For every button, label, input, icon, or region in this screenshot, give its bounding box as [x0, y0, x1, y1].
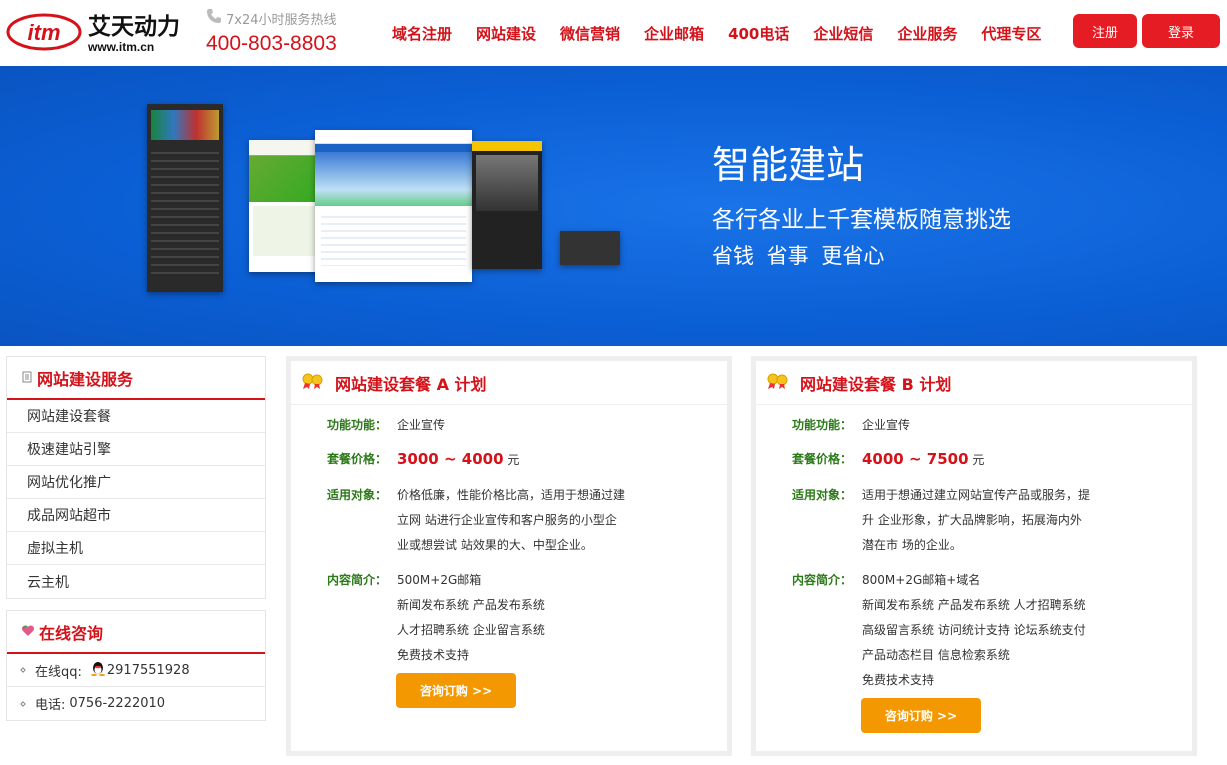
banner-title: 智能建站 [712, 143, 865, 187]
svg-text:艾天动力: 艾天动力 [88, 14, 180, 40]
sidebar-item-fast-engine[interactable]: 极速建站引擎 [7, 433, 265, 466]
register-button[interactable]: 注册 [1073, 14, 1137, 48]
sidebar-item-seo[interactable]: 网站优化推广 [7, 466, 265, 499]
phone-number: 0756-2222010 [69, 696, 166, 711]
template-preview-green [249, 140, 321, 272]
sidebar-item-packages[interactable]: 网站建设套餐 [7, 400, 265, 433]
site-header: itm 艾天动力 www.itm.cn 7x24小时服务热线 400-803-8… [0, 0, 1227, 66]
consult-panel: 在线咨询 在线qq: 2917551928 电话: 0756-2222010 [6, 610, 266, 721]
nav-item-sms[interactable]: 企业短信 [813, 23, 873, 44]
editor-panel-image [147, 104, 223, 292]
itm-logo-icon: itm 艾天动力 www.itm.cn [6, 13, 180, 54]
logo[interactable]: itm 艾天动力 www.itm.cn [6, 8, 192, 58]
hotline-phone: 400-803-8803 [206, 32, 337, 55]
plan-a-header: 网站建设套餐 A 计划 [291, 361, 727, 405]
plan-b-header: 网站建设套餐 B 计划 [756, 361, 1192, 405]
plan-a-title: 网站建设套餐 A 计划 [335, 374, 487, 394]
qq-penguin-icon[interactable] [90, 660, 106, 680]
nav-item-website[interactable]: 网站建设 [476, 23, 536, 44]
plan-b-price: 4000 ~ 7500 [862, 450, 969, 468]
services-title: 网站建设服务 [37, 369, 134, 389]
plan-a-order-button[interactable]: 咨询订购 >> [396, 673, 516, 708]
svg-text:www.itm.cn: www.itm.cn [87, 40, 154, 54]
banner-subtitle: 各行各业上千套模板随意挑选 [712, 207, 1011, 233]
main-nav: 域名注册 网站建设 微信营销 企业邮箱 400电话 企业短信 企业服务 代理专区 [380, 0, 1053, 66]
nav-item-domain[interactable]: 域名注册 [392, 23, 452, 44]
qq-number: 2917551928 [106, 662, 190, 678]
hotline-label: 7x24小时服务热线 [226, 12, 337, 28]
plan-b-card: 网站建设套餐 B 计划 功能功能： 企业宣传 套餐价格： 4000 ~ 7500… [751, 356, 1197, 756]
nav-item-email[interactable]: 企业邮箱 [644, 23, 704, 44]
consult-title: 在线咨询 [39, 623, 104, 643]
nav-item-wechat[interactable]: 微信营销 [560, 23, 620, 44]
nav-item-400[interactable]: 400电话 [728, 23, 789, 44]
plan-a-price: 3000 ~ 4000 [397, 450, 504, 468]
template-preview-main [315, 130, 472, 282]
services-header: 网站建设服务 [7, 357, 265, 400]
hero-banner[interactable]: 智能建站 各行各业上千套模板随意挑选 省钱 省事 更省心 [0, 66, 1227, 346]
award-ribbon-icon [766, 372, 790, 394]
nav-item-agent[interactable]: 代理专区 [981, 23, 1041, 44]
login-button[interactable]: 登录 [1142, 14, 1220, 48]
sidebar-item-virtual-host[interactable]: 虚拟主机 [7, 532, 265, 565]
document-icon [21, 368, 33, 387]
qq-contact[interactable]: 在线qq: 2917551928 [7, 654, 265, 687]
sidebar-item-site-market[interactable]: 成品网站超市 [7, 499, 265, 532]
plan-a-card: 网站建设套餐 A 计划 功能功能： 企业宣传 套餐价格： 3000 ~ 4000… [286, 356, 732, 756]
phone-contact: 电话: 0756-2222010 [7, 687, 265, 720]
banner-subtitle2: 省钱 省事 更省心 [712, 244, 885, 268]
nav-item-service[interactable]: 企业服务 [897, 23, 957, 44]
template-preview-dark [472, 141, 542, 269]
award-ribbon-icon [301, 372, 325, 394]
phone-icon [206, 8, 222, 28]
services-panel: 网站建设服务 网站建设套餐 极速建站引擎 网站优化推广 成品网站超市 虚拟主机 … [6, 356, 266, 599]
svg-text:itm: itm [28, 20, 61, 45]
small-panel-image [560, 231, 620, 265]
sidebar-item-cloud-host[interactable]: 云主机 [7, 565, 265, 598]
plan-b-title: 网站建设套餐 B 计划 [800, 374, 952, 394]
consult-header: 在线咨询 [7, 611, 265, 654]
heart-icon [21, 622, 35, 641]
hotline: 7x24小时服务热线 400-803-8803 [206, 8, 337, 56]
plan-b-order-button[interactable]: 咨询订购 >> [861, 698, 981, 733]
